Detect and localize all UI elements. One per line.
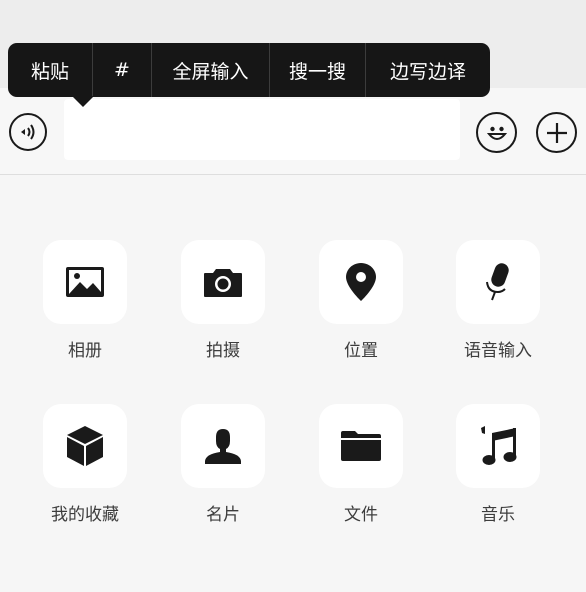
tile-location-label: 位置	[344, 341, 378, 361]
location-pin-icon	[345, 262, 377, 302]
plus-icon	[544, 120, 570, 146]
context-menu: 粘贴 # 全屏输入 搜一搜 边写边译	[8, 43, 490, 107]
tile-file-box[interactable]	[319, 404, 403, 488]
tile-contact-card-label: 名片	[206, 505, 240, 525]
tile-camera[interactable]: 拍摄	[181, 240, 265, 361]
microphone-icon	[481, 262, 515, 302]
folder-icon	[340, 430, 382, 462]
voice-button[interactable]	[9, 113, 47, 151]
menu-item-paste[interactable]: 粘贴	[8, 43, 92, 97]
tile-favorites-label: 我的收藏	[51, 505, 119, 525]
message-input[interactable]	[64, 99, 460, 160]
menu-pointer-arrow	[72, 96, 94, 107]
tile-music-box[interactable]	[456, 404, 540, 488]
tile-music[interactable]: 音乐	[456, 404, 540, 525]
tile-music-label: 音乐	[481, 505, 515, 525]
tile-contact-card-box[interactable]	[181, 404, 265, 488]
tile-voice-input-label: 语音输入	[464, 341, 532, 361]
music-note-icon	[478, 425, 518, 467]
tile-contact-card[interactable]: 名片	[181, 404, 265, 525]
voice-icon	[16, 120, 40, 144]
favorites-cube-icon	[66, 425, 104, 467]
menu-item-fullscreen-input[interactable]: 全屏输入	[151, 43, 269, 97]
tile-file[interactable]: 文件	[319, 404, 403, 525]
photo-album-icon	[65, 266, 105, 298]
tile-album[interactable]: 相册	[43, 240, 127, 361]
tile-favorites-box[interactable]	[43, 404, 127, 488]
tile-location-box[interactable]	[319, 240, 403, 324]
menu-item-hashtag[interactable]: #	[92, 43, 151, 97]
more-button[interactable]	[536, 112, 577, 153]
tile-voice-input[interactable]: 语音输入	[456, 240, 540, 361]
tile-camera-box[interactable]	[181, 240, 265, 324]
menu-item-search[interactable]: 搜一搜	[269, 43, 365, 97]
contact-card-icon	[204, 427, 242, 465]
camera-icon	[203, 266, 243, 298]
tile-location[interactable]: 位置	[319, 240, 403, 361]
emoji-button[interactable]	[476, 112, 517, 153]
menu-item-translate[interactable]: 边写边译	[365, 43, 490, 97]
tile-album-box[interactable]	[43, 240, 127, 324]
tile-file-label: 文件	[344, 505, 378, 525]
emoji-icon	[482, 118, 512, 148]
tile-favorites[interactable]: 我的收藏	[43, 404, 127, 525]
tile-camera-label: 拍摄	[206, 341, 240, 361]
tile-voice-input-box[interactable]	[456, 240, 540, 324]
tile-album-label: 相册	[68, 341, 102, 361]
